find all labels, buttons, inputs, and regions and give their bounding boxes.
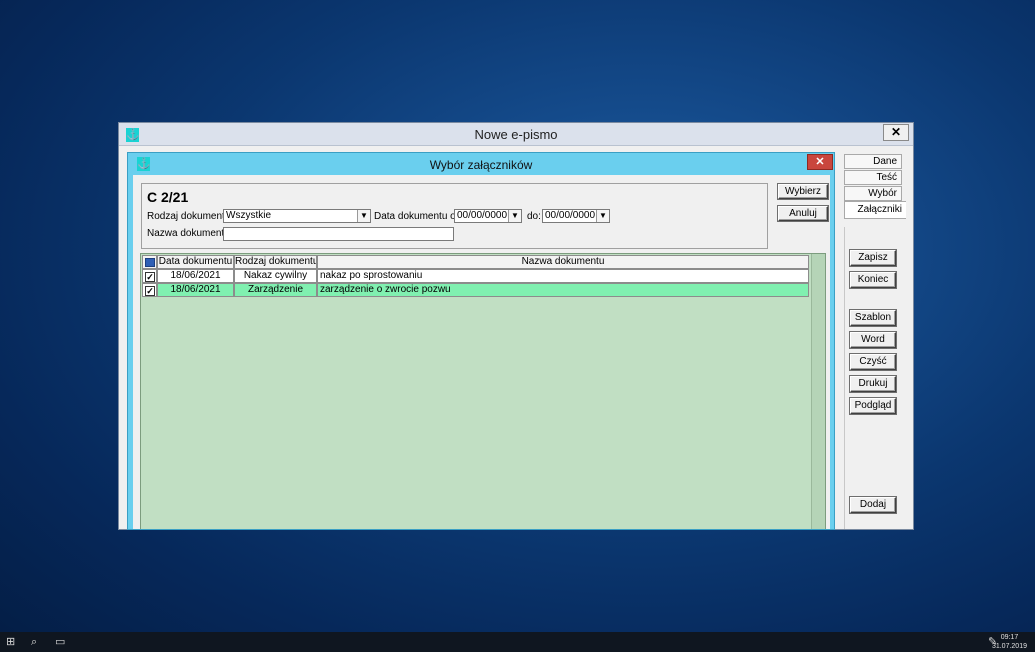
attachments-grid: Data dokumentu Rodzaj dokumentu Nazwa do… — [140, 253, 826, 529]
print-button[interactable]: Drukuj — [850, 376, 896, 392]
row-checkbox-cell[interactable]: ✓ — [142, 283, 157, 297]
tray-clock[interactable]: 09:17 31.07.2019 — [992, 633, 1027, 651]
word-button[interactable]: Word — [850, 332, 896, 348]
chevron-down-icon[interactable]: ▼ — [508, 210, 521, 222]
row-checkbox-cell[interactable]: ✓ — [142, 269, 157, 283]
attachment-dialog: ⚓ Wybór załączników ✕ C 2/21 Rodzaj doku… — [127, 152, 835, 530]
column-header-name[interactable]: Nazwa dokumentu — [317, 255, 809, 269]
preview-button[interactable]: Podgląd — [850, 398, 896, 414]
outer-close-button[interactable]: ✕ — [883, 124, 909, 141]
date-from-value: 00/00/0000 — [457, 210, 508, 221]
cell-type[interactable]: Nakaz cywilny — [234, 269, 317, 283]
cell-date[interactable]: 18/06/2021 — [157, 269, 234, 283]
clock-time: 09:17 — [1000, 634, 1019, 641]
cell-type[interactable]: Zarządzenie — [234, 283, 317, 297]
date-to-label: do: — [527, 211, 541, 222]
template-button[interactable]: Szablon — [850, 310, 896, 326]
clear-button[interactable]: Czyść — [850, 354, 896, 370]
dialog-title: Wybór załączników — [429, 158, 533, 172]
checkbox-checked-icon[interactable]: ✓ — [145, 272, 155, 282]
cell-name[interactable]: nakaz po sprostowaniu — [317, 269, 809, 283]
select-all-header[interactable] — [142, 255, 157, 269]
column-header-date[interactable]: Data dokumentu — [157, 255, 234, 269]
date-from-field[interactable]: 00/00/0000 ▼ — [454, 209, 522, 223]
outer-window-title: Nowe e-pismo — [474, 127, 558, 142]
task-view-icon[interactable]: ▭ — [55, 635, 65, 649]
save-button[interactable]: Zapisz — [850, 250, 896, 266]
end-button[interactable]: Koniec — [850, 272, 896, 288]
select-all-icon — [145, 258, 155, 267]
search-icon[interactable]: ⌕ — [31, 635, 37, 649]
filter-panel: C 2/21 Rodzaj dokumentu: Wszystkie ▼ Dat… — [141, 183, 768, 249]
cancel-button[interactable]: Anuluj — [778, 206, 828, 221]
doc-type-label: Rodzaj dokumentu: — [147, 211, 234, 222]
tab-zalaczniki[interactable]: Załączniki — [844, 201, 906, 219]
date-to-value: 00/00/0000 — [545, 210, 596, 221]
doc-type-select[interactable]: Wszystkie ▼ — [223, 209, 371, 223]
dialog-body: C 2/21 Rodzaj dokumentu: Wszystkie ▼ Dat… — [133, 175, 830, 529]
add-button[interactable]: Dodaj — [850, 497, 896, 513]
date-from-label: Data dokumentu od: — [374, 211, 465, 222]
column-header-type[interactable]: Rodzaj dokumentu — [234, 255, 317, 269]
case-number: C 2/21 — [147, 189, 189, 205]
outer-title-bar[interactable]: ⚓ Nowe e-pismo ✕ — [119, 123, 913, 146]
cell-date[interactable]: 18/06/2021 — [157, 283, 234, 297]
grid-scrollbar[interactable] — [811, 254, 825, 529]
date-to-field[interactable]: 00/00/0000 ▼ — [542, 209, 610, 223]
taskbar: ⊞ ⌕ ▭ ✎ 09:17 31.07.2019 — [0, 632, 1035, 652]
tab-wybor[interactable]: Wybór — [844, 186, 902, 201]
doc-name-label: Nazwa dokumentu: — [147, 228, 233, 239]
doc-name-input[interactable] — [223, 227, 454, 241]
tab-dane[interactable]: Dane — [844, 154, 902, 169]
doc-type-value: Wszystkie — [226, 210, 271, 221]
dialog-close-button[interactable]: ✕ — [807, 154, 833, 170]
select-button[interactable]: Wybierz — [778, 184, 828, 199]
cell-name[interactable]: zarządzenie o zwrocie pozwu — [317, 283, 809, 297]
checkbox-checked-icon[interactable]: ✓ — [145, 286, 155, 296]
clock-date: 31.07.2019 — [991, 643, 1027, 650]
windows-start-icon[interactable]: ⊞ — [6, 635, 15, 649]
tab-tesc[interactable]: Teść — [844, 170, 902, 185]
dialog-title-bar[interactable]: ⚓ Wybór załączników ✕ — [128, 153, 834, 175]
chevron-down-icon[interactable]: ▼ — [596, 210, 609, 222]
chevron-down-icon[interactable]: ▼ — [357, 210, 370, 222]
